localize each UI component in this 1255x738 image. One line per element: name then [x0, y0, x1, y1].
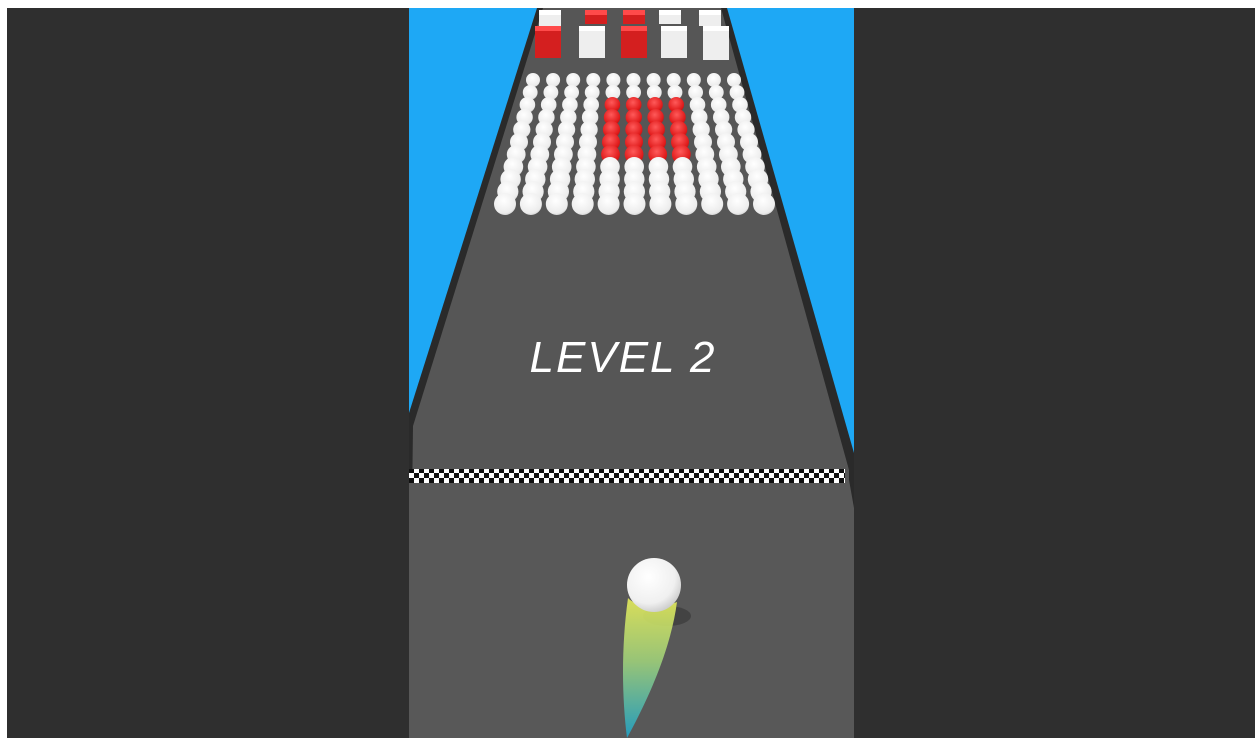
white-ball — [586, 73, 601, 87]
white-ball — [675, 193, 698, 215]
white-ball — [649, 193, 672, 215]
white-ball — [727, 193, 750, 215]
block — [703, 26, 729, 60]
block-top — [579, 26, 605, 31]
white-ball — [526, 73, 540, 87]
white-ball — [606, 73, 621, 87]
white-ball — [494, 193, 516, 215]
white-ball — [566, 73, 581, 87]
white-ball — [545, 193, 568, 215]
block-top — [659, 10, 681, 15]
white-ball — [626, 73, 641, 87]
level-label: LEVEL 2 — [530, 333, 717, 382]
white-ball — [646, 73, 661, 87]
white-ball — [701, 193, 724, 215]
block-top — [703, 26, 729, 31]
player-ball[interactable] — [627, 558, 681, 612]
white-ball — [571, 193, 594, 215]
white-ball — [706, 73, 721, 87]
block-top — [623, 10, 645, 15]
game-viewport[interactable]: LEVEL 2 — [7, 8, 1255, 738]
ball-grid — [494, 73, 775, 215]
block-top — [585, 10, 607, 15]
white-ball — [727, 73, 741, 87]
white-ball — [666, 73, 681, 87]
finish-line — [409, 469, 845, 483]
white-ball — [597, 193, 620, 215]
block-top — [699, 10, 721, 15]
white-ball — [519, 193, 542, 215]
white-ball — [623, 193, 646, 215]
block-top — [539, 10, 561, 15]
game-scene[interactable]: LEVEL 2 — [409, 8, 854, 738]
block-top — [661, 26, 687, 31]
white-ball — [546, 73, 561, 87]
block-top — [535, 26, 561, 31]
white-ball — [686, 73, 701, 87]
white-ball — [753, 193, 775, 215]
block-top — [621, 26, 647, 31]
